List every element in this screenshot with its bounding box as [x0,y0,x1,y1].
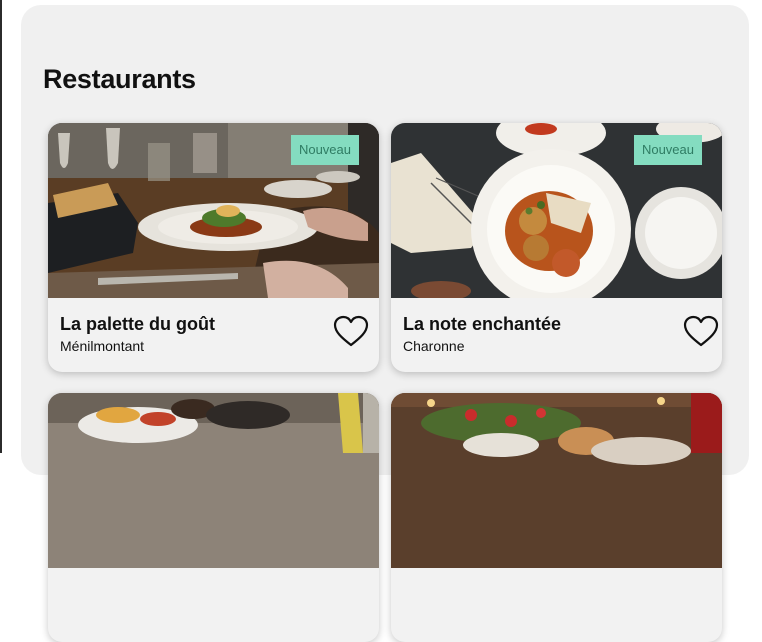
new-badge: Nouveau [633,135,702,165]
restaurant-neighborhood: Ménilmontant [60,338,145,354]
restaurant-card[interactable] [391,393,722,642]
heart-outline-icon[interactable] [333,315,369,347]
restaurant-card[interactable]: Nouveau La palette du goût Ménilmontant [48,123,379,372]
heart-outline-icon[interactable] [683,315,719,347]
restaurant-neighborhood: Charonne [403,338,465,354]
restaurant-photo [391,393,722,568]
restaurant-name: La palette du goût [60,314,215,334]
page-title: Restaurants [43,64,196,94]
window-edge [0,0,2,453]
restaurant-card[interactable]: Nouveau La note enchantée Charonne [391,123,722,372]
new-badge: Nouveau [290,135,359,165]
restaurant-card[interactable] [48,393,379,642]
restaurant-photo [48,393,379,568]
restaurant-name: La note enchantée [403,314,562,334]
